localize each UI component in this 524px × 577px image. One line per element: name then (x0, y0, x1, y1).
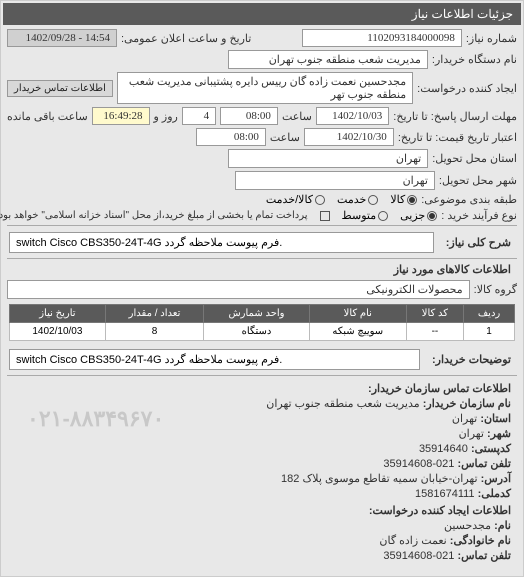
buyer-desc-label: توضیحات خریدار: (426, 349, 517, 370)
radio-khadamat-label: خدمت (337, 193, 366, 206)
creator-family: نعمت زاده گان (379, 535, 446, 547)
radio-icon (315, 195, 325, 205)
contact-natid: 1581674111 (415, 488, 475, 500)
radio-jozi-label: جزیی (400, 209, 425, 222)
topic-class-label: طبقه بندی موضوعی: (421, 193, 517, 206)
contact-org: مدیریت شعب منطقه جنوب تهران (266, 398, 419, 410)
announce-label: تاریخ و ساعت اعلان عمومی: (121, 32, 251, 45)
validity-label: اعتبار تاریخ قیمت: تا تاریخ: (398, 131, 517, 144)
contact-section: ۰۲۱-۸۸۳۴۹۶۷۰ اطلاعات تماس سازمان خریدار:… (7, 375, 517, 570)
contact-address-label: آدرس: (481, 473, 511, 485)
radio-icon (378, 211, 388, 221)
delivery-city-label: شهر محل تحویل: (439, 174, 517, 187)
contact-phone: 021-35914608 (383, 458, 454, 470)
group-label: گروه کالا: (474, 283, 517, 296)
col-unit: واحد شمارش (204, 305, 310, 323)
radio-kala[interactable]: کالا (390, 193, 417, 206)
radio-khadamat[interactable]: خدمت (337, 193, 378, 206)
cell-unit: دستگاه (204, 323, 310, 341)
day-label: روز و (154, 110, 178, 123)
contact-address: تهران-خیابان سمیه تقاطع موسوی پلاک 182 (281, 473, 478, 485)
requester-label: ایجاد کننده درخواست: (417, 82, 517, 95)
cell-date: 1402/10/03 (10, 323, 106, 341)
cell-code: -- (406, 323, 463, 341)
day-value: 4 (182, 107, 216, 125)
remain-time: 16:49:28 (92, 107, 150, 125)
contact-phone-label: تلفن تماس: (457, 458, 511, 470)
radio-kala-label: کالا (390, 193, 405, 206)
items-heading: اطلاعات کالاهای مورد نیاز (7, 259, 517, 280)
radio-icon (368, 195, 378, 205)
validity-time: 08:00 (196, 128, 266, 146)
table-row[interactable]: 1 -- سوییچ شبکه دستگاه 8 1402/10/03 (10, 323, 515, 341)
col-qty: تعداد / مقدار (105, 305, 203, 323)
reply-time-label: ساعت (282, 110, 312, 123)
requester-value: مجدحسین نعمت زاده گان رییس دایره پشتیبان… (117, 72, 413, 104)
radio-jozi[interactable]: جزیی (400, 209, 437, 222)
contact-province: تهران (452, 413, 477, 425)
contact-city: تهران (459, 428, 484, 440)
cell-qty: 8 (105, 323, 203, 341)
creator-phone-label: تلفن تماس: (457, 550, 511, 562)
purchase-note: پرداخت تمام یا بخشی از مبلغ خرید،از محل … (0, 210, 308, 221)
group-value: محصولات الکترونیکی (7, 280, 470, 299)
page-title: جزئیات اطلاعات نیاز (3, 3, 521, 25)
radio-icon (407, 195, 417, 205)
demand-title-label: شرح کلی نیاز: (440, 232, 517, 253)
contact-postal-label: کدپستی: (471, 443, 511, 455)
contact-postal: 35914640 (419, 443, 468, 455)
col-idx: ردیف (464, 305, 515, 323)
contact-natid-label: کدملی: (478, 488, 511, 500)
buyer-desc-value: switch Cisco CBS350-24T-4G فرم پیوست ملا… (9, 349, 420, 370)
radio-icon (427, 211, 437, 221)
col-name: نام کالا (309, 305, 406, 323)
delivery-province: تهران (228, 149, 428, 168)
req-no-value: 1102093184000098 (302, 29, 462, 47)
contact-province-label: استان: (480, 413, 511, 425)
checkbox-icon (320, 211, 330, 221)
radio-motavaset[interactable]: متوسط (342, 209, 389, 222)
remain-label: ساعت باقی مانده (7, 110, 88, 123)
contact-org-label: نام سازمان خریدار: (423, 398, 511, 410)
contact-heading: اطلاعات تماس سازمان خریدار: (13, 382, 511, 395)
creator-heading: اطلاعات ایجاد کننده درخواست: (13, 504, 511, 517)
reply-date: 1402/10/03 (316, 107, 389, 125)
delivery-province-label: استان محل تحویل: (432, 152, 517, 165)
creator-name-label: نام: (494, 520, 511, 532)
buyer-contact-link[interactable]: اطلاعات تماس خریدار (7, 80, 113, 97)
demand-title-value: switch Cisco CBS350-24T-4G فرم پیوست ملا… (9, 232, 434, 253)
contact-city-label: شهر: (487, 428, 511, 440)
col-code: کد کالا (406, 305, 463, 323)
buyer-org-label: نام دستگاه خریدار: (432, 53, 517, 66)
creator-phone: 021-35914608 (383, 550, 454, 562)
col-date: تاریخ نیاز (10, 305, 106, 323)
cell-name: سوییچ شبکه (309, 323, 406, 341)
radio-kala-khadamat-label: کالا/خدمت (266, 193, 313, 206)
cell-idx: 1 (464, 323, 515, 341)
validity-time-label: ساعت (270, 131, 300, 144)
creator-family-label: نام خانوادگی: (450, 535, 511, 547)
delivery-city: تهران (235, 171, 435, 190)
radio-motavaset-label: متوسط (342, 209, 377, 222)
buyer-org-value: مدیریت شعب منطقه جنوب تهران (228, 50, 428, 69)
reply-time: 08:00 (220, 107, 278, 125)
purchase-type-label: نوع فرآیند خرید : (441, 209, 517, 222)
checkbox-treasury[interactable] (320, 211, 330, 221)
reply-deadline-label: مهلت ارسال پاسخ: تا تاریخ: (393, 110, 517, 123)
creator-name: مجدحسین (444, 520, 491, 532)
radio-kala-khadamat[interactable]: کالا/خدمت (266, 193, 325, 206)
validity-date: 1402/10/30 (304, 128, 394, 146)
need-details-form: شماره نیاز: 1102093184000098 تاریخ و ساع… (3, 25, 521, 574)
req-no-label: شماره نیاز: (466, 32, 517, 45)
items-table: ردیف کد کالا نام کالا واحد شمارش تعداد /… (9, 304, 515, 341)
announce-value: 14:54 - 1402/09/28 (7, 29, 117, 47)
